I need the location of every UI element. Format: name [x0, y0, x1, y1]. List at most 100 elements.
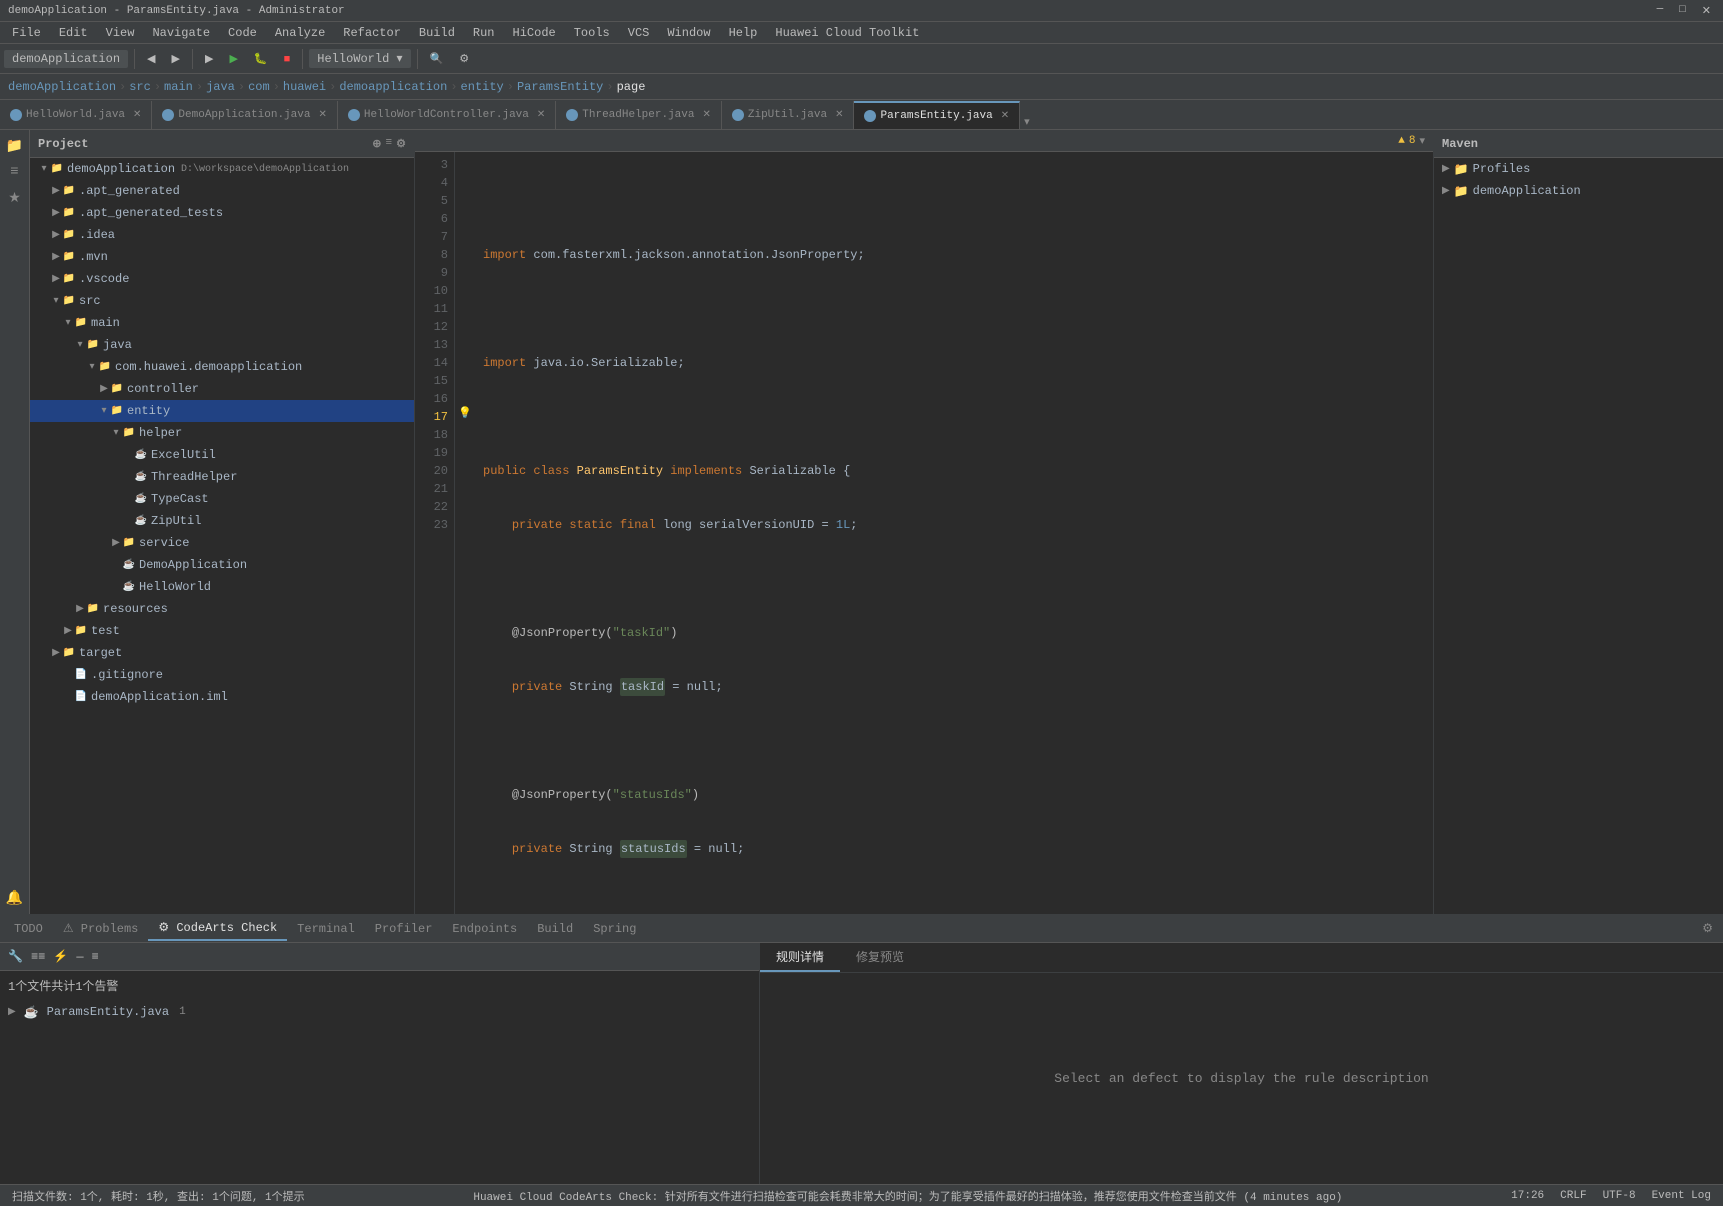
- minimize-btn[interactable]: ─: [1653, 4, 1668, 18]
- project-icon-3[interactable]: ⚙: [396, 137, 406, 151]
- menu-file[interactable]: File: [4, 24, 49, 42]
- tab-endpoints[interactable]: Endpoints: [442, 918, 527, 940]
- tree-apt-generated-tests[interactable]: ▶ 📁 .apt_generated_tests: [30, 202, 414, 224]
- maven-profiles[interactable]: ▶ 📁 Profiles: [1434, 158, 1723, 180]
- toolbar-search-btn[interactable]: 🔍: [424, 48, 450, 70]
- tree-threadhelper[interactable]: ☕ ThreadHelper: [30, 466, 414, 488]
- tree-controller[interactable]: ▶ 📁 controller: [30, 378, 414, 400]
- tree-helper[interactable]: ▾ 📁 helper: [30, 422, 414, 444]
- tab-threadhelper[interactable]: ThreadHelper.java ✕: [556, 101, 722, 129]
- project-icon-1[interactable]: ⊕: [372, 137, 381, 151]
- favorites-icon[interactable]: ★: [3, 186, 27, 210]
- tree-helloworld-file[interactable]: ☕ HelloWorld: [30, 576, 414, 598]
- menu-vcs[interactable]: VCS: [620, 24, 658, 42]
- tab-close-helloworld[interactable]: ✕: [133, 109, 141, 121]
- tree-iml[interactable]: 📄 demoApplication.iml: [30, 686, 414, 708]
- menu-window[interactable]: Window: [659, 24, 718, 42]
- bc-com[interactable]: com: [248, 80, 270, 94]
- menu-hicode[interactable]: HiCode: [505, 24, 564, 42]
- code-area[interactable]: 3 4 5 6 7 8 9 10 11 12 13 14 15 16 17 18…: [415, 152, 1433, 914]
- tab-close-threadhelper[interactable]: ✕: [702, 109, 710, 121]
- menu-analyze[interactable]: Analyze: [267, 24, 333, 42]
- structure-icon[interactable]: ≡: [3, 160, 27, 184]
- tab-close-ziputil[interactable]: ✕: [835, 109, 843, 121]
- toolbar-debug-btn[interactable]: 🐛: [248, 48, 274, 70]
- tree-apt-generated[interactable]: ▶ 📁 .apt_generated: [30, 180, 414, 202]
- tab-close-demoapplication[interactable]: ✕: [318, 109, 326, 121]
- defect-file-row[interactable]: ▶ ☕ ParamsEntity.java 1: [0, 1000, 759, 1024]
- project-dropdown[interactable]: demoApplication: [4, 50, 128, 68]
- tree-mvn[interactable]: ▶ 📁 .mvn: [30, 246, 414, 268]
- tool-icon-2[interactable]: ≡≡: [31, 950, 45, 964]
- maven-demoapplication[interactable]: ▶ 📁 demoApplication: [1434, 180, 1723, 202]
- tree-root[interactable]: ▾ 📁 demoApplication D:\workspace\demoApp…: [30, 158, 414, 180]
- close-btn[interactable]: ✕: [1698, 4, 1715, 18]
- tree-resources[interactable]: ▶ 📁 resources: [30, 598, 414, 620]
- bc-paramsentity[interactable]: ParamsEntity: [517, 80, 603, 94]
- tree-entity[interactable]: ▾ 📁 entity: [30, 400, 414, 422]
- tree-test[interactable]: ▶ 📁 test: [30, 620, 414, 642]
- notifications-icon[interactable]: 🔔: [3, 886, 27, 910]
- tab-todo[interactable]: TODO: [4, 918, 53, 940]
- project-icon-2[interactable]: ≡: [386, 137, 393, 151]
- menu-code[interactable]: Code: [220, 24, 265, 42]
- bc-main[interactable]: main: [164, 80, 193, 94]
- maximize-btn[interactable]: □: [1675, 4, 1690, 18]
- bc-java[interactable]: java: [206, 80, 235, 94]
- tab-ziputil[interactable]: ZipUtil.java ✕: [722, 101, 855, 129]
- tree-gitignore[interactable]: 📄 .gitignore: [30, 664, 414, 686]
- bc-src[interactable]: src: [129, 80, 151, 94]
- tree-java[interactable]: ▾ 📁 java: [30, 334, 414, 356]
- code-content[interactable]: import com.fasterxml.jackson.annotation.…: [475, 152, 1433, 914]
- menu-huawei[interactable]: Huawei Cloud Toolkit: [767, 24, 927, 42]
- tree-excelutil[interactable]: ☕ ExcelUtil: [30, 444, 414, 466]
- tab-helloworld[interactable]: HelloWorld.java ✕: [0, 101, 152, 129]
- tree-ziputil[interactable]: ☕ ZipUtil: [30, 510, 414, 532]
- tree-demoapplication-file[interactable]: ☕ DemoApplication: [30, 554, 414, 576]
- tab-paramsentity[interactable]: ParamsEntity.java ✕: [854, 101, 1020, 129]
- tab-close-paramsentity[interactable]: ✕: [1001, 110, 1009, 122]
- project-icon[interactable]: 📁: [3, 134, 27, 158]
- toolbar-fwd-btn[interactable]: ▶: [166, 48, 186, 70]
- tab-demoapplication[interactable]: DemoApplication.java ✕: [152, 101, 337, 129]
- toolbar-stop-btn[interactable]: ■: [278, 48, 297, 70]
- tab-close-helloworldcontroller[interactable]: ✕: [537, 109, 545, 121]
- menu-refactor[interactable]: Refactor: [335, 24, 409, 42]
- menu-navigate[interactable]: Navigate: [144, 24, 218, 42]
- tree-service[interactable]: ▶ 📁 service: [30, 532, 414, 554]
- menu-view[interactable]: View: [98, 24, 143, 42]
- tab-helloworldcontroller[interactable]: HelloWorldController.java ✕: [338, 101, 556, 129]
- menu-help[interactable]: Help: [721, 24, 766, 42]
- tab-terminal[interactable]: Terminal: [287, 918, 365, 940]
- bc-demoapplication[interactable]: demoApplication: [8, 80, 116, 94]
- run-config[interactable]: HelloWorld ▾: [309, 49, 410, 68]
- tool-icon-3[interactable]: ⚡: [53, 949, 68, 964]
- tool-icon-5[interactable]: ≡: [92, 950, 99, 964]
- tree-vscode[interactable]: ▶ 📁 .vscode: [30, 268, 414, 290]
- tree-src[interactable]: ▾ 📁 src: [30, 290, 414, 312]
- tab-problems[interactable]: ⚠ Problems: [53, 917, 149, 940]
- tree-main[interactable]: ▾ 📁 main: [30, 312, 414, 334]
- bc-entity[interactable]: entity: [461, 80, 504, 94]
- tab-profiler[interactable]: Profiler: [365, 918, 443, 940]
- warnings-expand[interactable]: ▾: [1419, 134, 1425, 148]
- menu-edit[interactable]: Edit: [51, 24, 96, 42]
- tool-icon-1[interactable]: 🔧: [8, 949, 23, 964]
- toolbar-run-btn[interactable]: ▶: [223, 48, 243, 70]
- toolbar-build-btn[interactable]: ▶: [199, 48, 219, 70]
- tree-typecast[interactable]: ☕ TypeCast: [30, 488, 414, 510]
- bc-demoapplication2[interactable]: demoapplication: [339, 80, 447, 94]
- tree-target[interactable]: ▶ 📁 target: [30, 642, 414, 664]
- bottom-panel-settings[interactable]: ⚙: [1696, 921, 1719, 936]
- tab-build[interactable]: Build: [527, 918, 583, 940]
- tab-more-btn[interactable]: ▾: [1024, 115, 1030, 129]
- tree-idea[interactable]: ▶ 📁 .idea: [30, 224, 414, 246]
- menu-build[interactable]: Build: [411, 24, 463, 42]
- toolbar-back-btn[interactable]: ◀: [141, 48, 161, 70]
- bc-huawei[interactable]: huawei: [283, 80, 326, 94]
- tree-com-huawei[interactable]: ▾ 📁 com.huawei.demoapplication: [30, 356, 414, 378]
- tab-spring[interactable]: Spring: [583, 918, 646, 940]
- tab-fix-preview[interactable]: 修复预览: [840, 943, 920, 972]
- tab-rule-detail[interactable]: 规则详情: [760, 943, 840, 972]
- menu-run[interactable]: Run: [465, 24, 503, 42]
